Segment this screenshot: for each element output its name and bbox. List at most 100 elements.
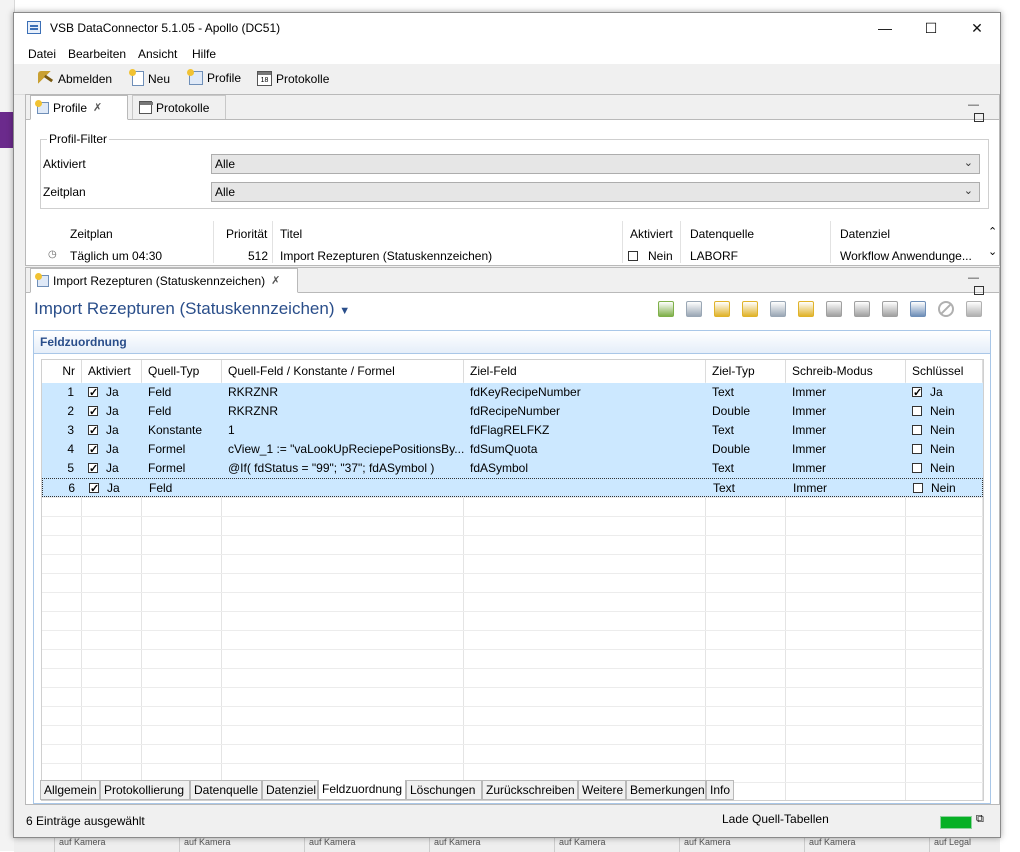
cell-ztyp[interactable]: Text	[706, 421, 786, 440]
table-row[interactable]: 3 Ja Konstante1fdFlagRELFKZTextImmer Nein	[42, 421, 983, 440]
cell-mode[interactable]: Immer	[786, 440, 906, 459]
cell-mode[interactable]: Immer	[786, 402, 906, 421]
menu-hilfe[interactable]: Hilfe	[192, 47, 216, 61]
cell-key[interactable]: Nein	[906, 421, 983, 440]
minimize-view-button[interactable]: —	[968, 99, 979, 111]
cell-qtyp[interactable]: Formel	[142, 459, 222, 478]
key-checkbox[interactable]	[912, 444, 922, 454]
tab-editor[interactable]: Import Rezepturen (Statuskennzeichen) ✗	[30, 268, 298, 293]
cell-act[interactable]: Ja	[82, 402, 142, 421]
cell-ziel[interactable]: fdKeyRecipeNumber	[464, 383, 706, 402]
cell-ztyp[interactable]: Text	[707, 479, 787, 498]
cell-act[interactable]: Ja	[82, 459, 142, 478]
bottom-tab-protokollierung[interactable]: Protokollierung	[100, 780, 190, 800]
paste-icon[interactable]	[742, 301, 758, 317]
close-button[interactable]: ✕	[954, 13, 1000, 44]
export-icon[interactable]	[966, 301, 982, 317]
key-checkbox[interactable]	[912, 425, 922, 435]
progress-view-icon[interactable]: ⧉	[976, 813, 984, 826]
cell-key[interactable]: Nein	[906, 440, 983, 459]
cell-ziel[interactable]: fdFlagRELFKZ	[464, 421, 706, 440]
key-checkbox[interactable]	[912, 406, 922, 416]
cell-ztyp[interactable]: Text	[706, 459, 786, 478]
bottom-tab-feldzuordnung[interactable]: Feldzuordnung	[318, 780, 406, 800]
table-row[interactable]: 6 Ja Feld TextImmer Nein	[42, 478, 983, 498]
activated-filter-select[interactable]: Alle ⌄	[211, 154, 980, 174]
row-title[interactable]: Import Rezepturen (Statuskennzeichen)	[280, 249, 492, 263]
schedule-filter-select[interactable]: Alle ⌄	[211, 182, 980, 202]
activated-checkbox[interactable]	[88, 422, 98, 440]
column-header-mode[interactable]: Schreib-Modus	[786, 360, 906, 382]
col-priority[interactable]: Priorität	[226, 227, 267, 241]
maximize-view-button[interactable]	[968, 111, 984, 123]
cell-act[interactable]: Ja	[83, 479, 143, 498]
minimize-button[interactable]: —	[862, 13, 908, 44]
row-priority[interactable]: 512	[248, 249, 268, 263]
close-icon[interactable]: ✗	[93, 101, 102, 114]
cell-nr[interactable]: 4	[42, 440, 82, 459]
activated-checkbox[interactable]	[88, 441, 98, 459]
add-row-icon[interactable]	[658, 301, 674, 317]
col-activated[interactable]: Aktiviert	[630, 227, 673, 241]
cell-key[interactable]: Nein	[907, 479, 983, 498]
col-title[interactable]: Titel	[280, 227, 302, 241]
import-icon[interactable]	[798, 301, 814, 317]
column-header-qfeld[interactable]: Quell-Feld / Konstante / Formel	[222, 360, 464, 382]
copy-icon[interactable]	[714, 301, 730, 317]
cell-qtyp[interactable]: Feld	[142, 383, 222, 402]
column-header-act[interactable]: Aktiviert	[82, 360, 142, 382]
column-header-nr[interactable]: Nr	[42, 360, 82, 382]
bottom-tab-datenquelle[interactable]: Datenquelle	[190, 780, 262, 800]
bottom-tab-löschungen[interactable]: Löschungen	[406, 780, 482, 800]
cell-ziel[interactable]: fdASymbol	[464, 459, 706, 478]
col-schedule[interactable]: Zeitplan	[70, 227, 113, 241]
tab-protokolle[interactable]: Protokolle	[132, 95, 226, 119]
cell-qfeld[interactable]: cView_1 := "vaLookUpReciepePositionsBy..…	[222, 440, 464, 459]
maximize-button[interactable]: ☐	[908, 13, 954, 44]
bottom-tab-allgemein[interactable]: Allgemein	[40, 780, 100, 800]
key-checkbox[interactable]	[912, 463, 922, 473]
cell-qfeld[interactable]: RKRZNR	[222, 402, 464, 421]
insert-row-icon[interactable]	[686, 301, 702, 317]
dropdown-arrow-icon[interactable]: ▼	[339, 305, 350, 317]
editor-title[interactable]: Import Rezepturen (Statuskennzeichen) ▼	[34, 299, 350, 319]
cell-qfeld[interactable]: RKRZNR	[222, 383, 464, 402]
move-icon[interactable]	[826, 301, 842, 317]
profile-button[interactable]: Profile	[187, 69, 241, 85]
logs-button[interactable]: 18 Protokolle	[257, 71, 329, 86]
scroll-up-icon[interactable]: ⌃	[988, 225, 997, 238]
table-row[interactable]: 1 Ja FeldRKRZNRfdKeyRecipeNumberTextImmer J…	[42, 383, 983, 402]
duplicate-icon[interactable]	[770, 301, 786, 317]
tab-profile[interactable]: Profile ✗	[30, 95, 128, 120]
edit-icon[interactable]	[882, 301, 898, 317]
cell-nr[interactable]: 6	[43, 479, 83, 498]
table-row[interactable]: 2 Ja FeldRKRZNRfdRecipeNumberDoubleImmer Ne…	[42, 402, 983, 421]
cell-qtyp[interactable]: Feld	[142, 402, 222, 421]
upload-icon[interactable]	[910, 301, 926, 317]
cell-qfeld[interactable]: 1	[222, 421, 464, 440]
menu-datei[interactable]: Datei	[28, 47, 56, 61]
column-header-ziel[interactable]: Ziel-Feld	[464, 360, 706, 382]
cell-nr[interactable]: 5	[42, 459, 82, 478]
cell-key[interactable]: Ja	[906, 383, 983, 402]
table-row[interactable]: 4 Ja FormelcView_1 := "vaLookUpReciepePosi…	[42, 440, 983, 459]
activated-checkbox[interactable]	[628, 251, 638, 261]
logout-button[interactable]: Abmelden	[38, 71, 112, 87]
bottom-tab-bemerkungen[interactable]: Bemerkungen	[626, 780, 706, 800]
cell-ztyp[interactable]: Double	[706, 440, 786, 459]
column-header-ztyp[interactable]: Ziel-Typ	[706, 360, 786, 382]
maximize-view-button[interactable]	[968, 284, 984, 296]
cell-act[interactable]: Ja	[82, 421, 142, 440]
cell-ziel[interactable]	[465, 479, 707, 498]
cell-nr[interactable]: 3	[42, 421, 82, 440]
key-checkbox[interactable]	[913, 483, 923, 493]
list-icon[interactable]	[854, 301, 870, 317]
column-header-qtyp[interactable]: Quell-Typ	[142, 360, 222, 382]
scroll-down-icon[interactable]: ⌄	[988, 245, 997, 258]
activated-checkbox[interactable]	[88, 384, 98, 402]
bottom-tab-datenziel[interactable]: Datenziel	[262, 780, 318, 800]
cell-nr[interactable]: 2	[42, 402, 82, 421]
bottom-tab-info[interactable]: Info	[706, 780, 734, 800]
row-target[interactable]: Workflow Anwendunge...	[840, 249, 972, 263]
cell-ztyp[interactable]: Double	[706, 402, 786, 421]
